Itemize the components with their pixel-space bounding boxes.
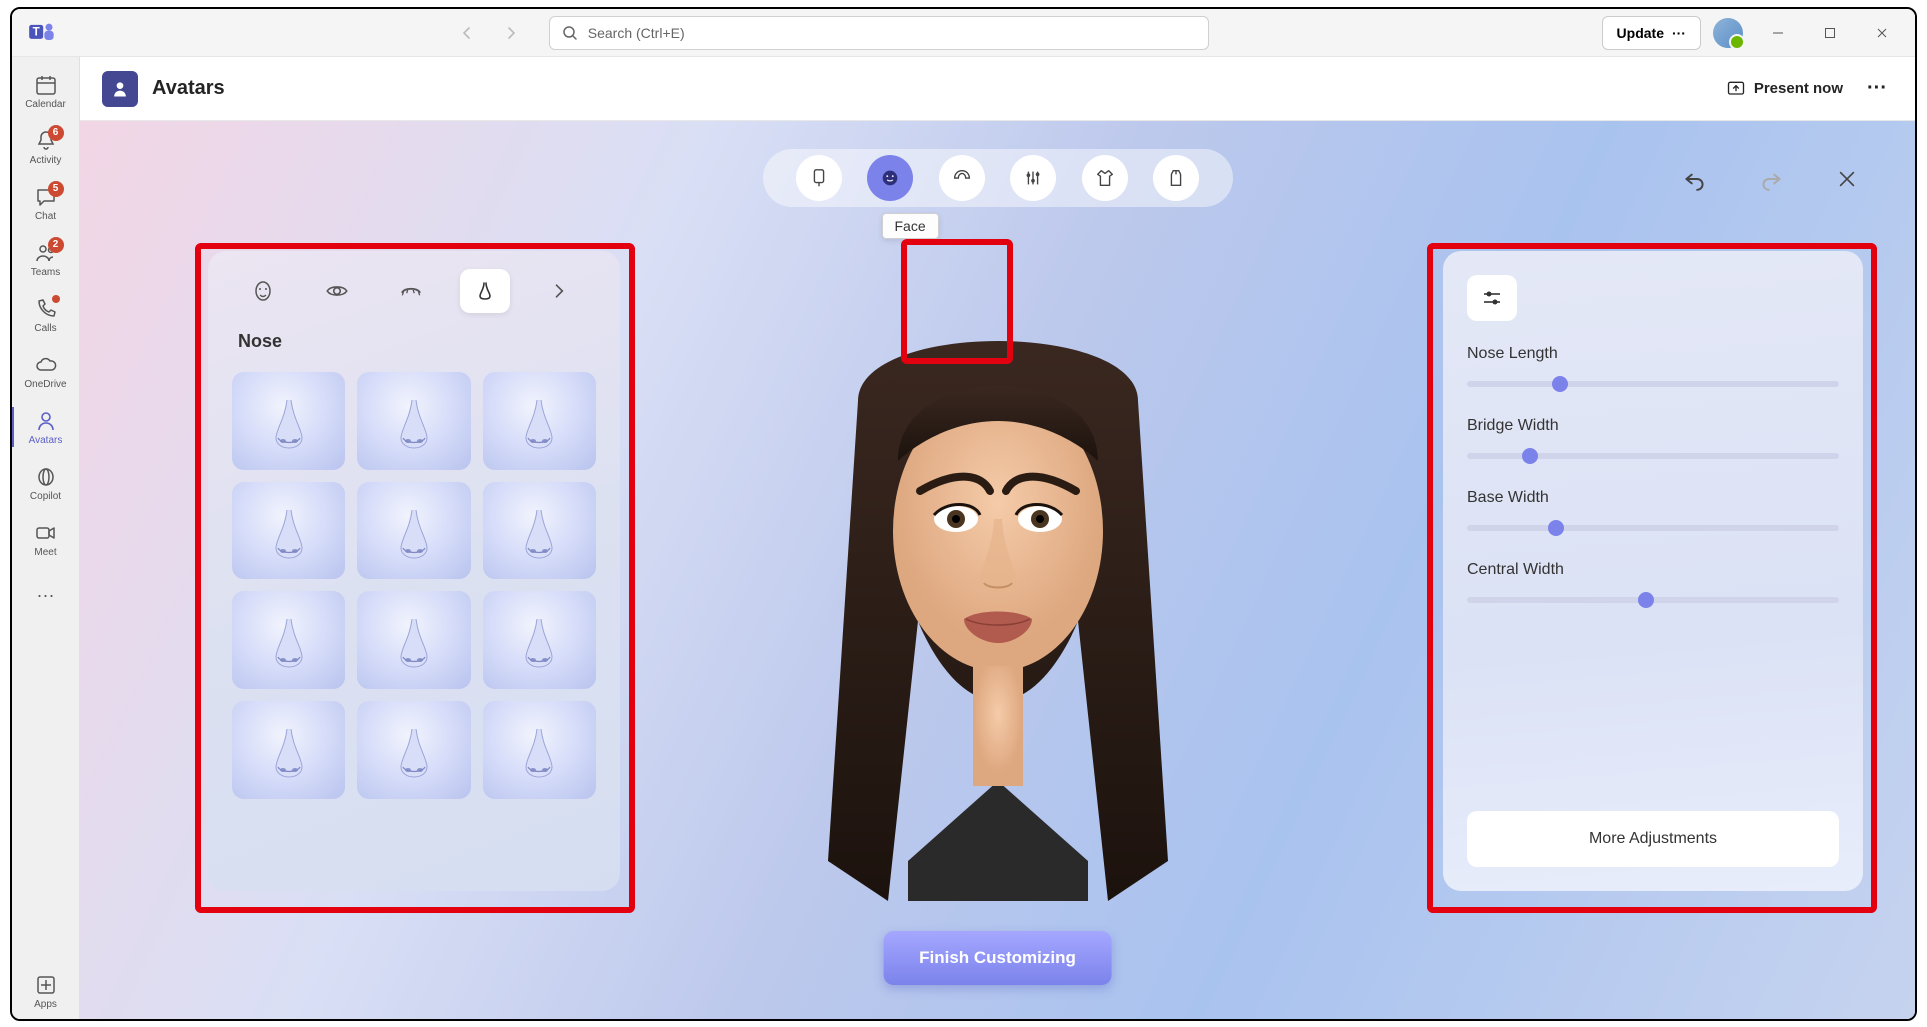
user-avatar[interactable] xyxy=(1713,18,1743,48)
slider-central width[interactable] xyxy=(1467,597,1839,603)
nose-option-11[interactable] xyxy=(357,701,470,799)
nose-option-6[interactable] xyxy=(483,482,596,580)
avatar-icon xyxy=(34,409,58,433)
category-body-button[interactable] xyxy=(796,155,842,201)
more-icon: ··· xyxy=(1672,25,1686,41)
slider-thumb[interactable] xyxy=(1552,376,1568,392)
slider-label-3: Central Width xyxy=(1467,561,1839,579)
sidebar-item-teams[interactable]: 2 Teams xyxy=(12,231,80,287)
present-now-button[interactable]: Present now xyxy=(1718,73,1851,105)
page-title: Avatars xyxy=(152,77,225,100)
slider-base width[interactable] xyxy=(1467,525,1839,531)
avatar-editor-canvas: Face Nose xyxy=(80,121,1915,1019)
search-input[interactable]: Search (Ctrl+E) xyxy=(549,16,1209,50)
search-icon xyxy=(562,25,578,41)
undo-button[interactable] xyxy=(1677,161,1713,197)
adjustments-icon xyxy=(1467,275,1517,321)
category-face-button[interactable] xyxy=(867,155,913,201)
slider-label-2: Base Width xyxy=(1467,489,1839,507)
phone-icon xyxy=(34,297,58,321)
nose-option-9[interactable] xyxy=(483,591,596,689)
slider-label-0: Nose Length xyxy=(1467,345,1839,363)
sidebar-item-meet[interactable]: Meet xyxy=(12,511,80,567)
copilot-icon xyxy=(34,465,58,489)
adjustments-panel: Nose Length Bridge Width Base Width Central… xyxy=(1443,251,1863,891)
close-editor-button[interactable] xyxy=(1829,161,1865,197)
nav-back-button[interactable] xyxy=(449,15,485,51)
sub-tab-eyebrows[interactable] xyxy=(386,269,436,313)
close-button[interactable] xyxy=(1859,15,1905,51)
notification-dot xyxy=(52,295,60,303)
svg-text:T: T xyxy=(33,25,40,38)
bell-icon: 6 xyxy=(34,129,58,153)
page-more-button[interactable]: ··· xyxy=(1861,77,1893,100)
feature-options-panel: Nose xyxy=(208,251,620,891)
people-icon: 2 xyxy=(34,241,58,265)
slider-thumb[interactable] xyxy=(1638,592,1654,608)
video-icon xyxy=(34,521,58,545)
nose-option-10[interactable] xyxy=(232,701,345,799)
sub-tab-face-shape[interactable] xyxy=(238,269,288,313)
category-tooltip: Face xyxy=(882,213,939,239)
nose-option-3[interactable] xyxy=(483,372,596,470)
nose-option-7[interactable] xyxy=(232,591,345,689)
nose-option-1[interactable] xyxy=(232,372,345,470)
sidebar-item-calendar[interactable]: Calendar xyxy=(12,63,80,119)
sidebar-item-calls[interactable]: Calls xyxy=(12,287,80,343)
chat-icon: 5 xyxy=(34,185,58,209)
sidebar-item-avatars[interactable]: Avatars xyxy=(12,399,80,455)
avatar-preview xyxy=(748,301,1248,901)
slider-nose length[interactable] xyxy=(1467,381,1839,387)
sub-tab-eyes[interactable] xyxy=(312,269,362,313)
nose-option-4[interactable] xyxy=(232,482,345,580)
nose-option-8[interactable] xyxy=(357,591,470,689)
category-wardrobe-button[interactable] xyxy=(1153,155,1199,201)
feature-title: Nose xyxy=(232,331,596,352)
teams-logo-icon: T xyxy=(28,19,56,47)
app-sidebar: Calendar 6 Activity 5 Chat 2 Teams Calls… xyxy=(12,57,80,1019)
sidebar-item-onedrive[interactable]: OneDrive xyxy=(12,343,80,399)
cloud-icon xyxy=(34,353,58,377)
slider-label-1: Bridge Width xyxy=(1467,417,1839,435)
search-placeholder: Search (Ctrl+E) xyxy=(588,25,685,41)
redo-button[interactable] xyxy=(1753,161,1789,197)
apps-icon xyxy=(34,973,58,997)
calendar-icon xyxy=(34,73,58,97)
slider-bridge width[interactable] xyxy=(1467,453,1839,459)
category-appearance-button[interactable] xyxy=(1010,155,1056,201)
maximize-button[interactable] xyxy=(1807,15,1853,51)
category-hair-button[interactable] xyxy=(939,155,985,201)
sidebar-more-button[interactable]: ··· xyxy=(12,567,80,623)
sidebar-item-activity[interactable]: 6 Activity xyxy=(12,119,80,175)
minimize-button[interactable] xyxy=(1755,15,1801,51)
sidebar-item-copilot[interactable]: Copilot xyxy=(12,455,80,511)
nose-option-5[interactable] xyxy=(357,482,470,580)
page-header: Avatars Present now ··· xyxy=(80,57,1915,121)
sidebar-item-apps[interactable]: Apps xyxy=(12,963,80,1019)
category-clothing-button[interactable] xyxy=(1082,155,1128,201)
sidebar-item-chat[interactable]: 5 Chat xyxy=(12,175,80,231)
nav-forward-button[interactable] xyxy=(493,15,529,51)
nose-option-2[interactable] xyxy=(357,372,470,470)
sub-tab-next[interactable] xyxy=(534,269,584,313)
slider-thumb[interactable] xyxy=(1548,520,1564,536)
slider-thumb[interactable] xyxy=(1522,448,1538,464)
more-adjustments-button[interactable]: More Adjustments xyxy=(1467,811,1839,867)
sub-tab-nose[interactable] xyxy=(460,269,510,313)
titlebar: T Search (Ctrl+E) Update ··· xyxy=(12,9,1915,57)
share-screen-icon xyxy=(1726,79,1746,99)
more-icon: ··· xyxy=(34,583,58,607)
update-button[interactable]: Update ··· xyxy=(1602,16,1701,50)
avatars-app-icon xyxy=(102,71,138,107)
nose-option-12[interactable] xyxy=(483,701,596,799)
finish-customizing-button[interactable]: Finish Customizing xyxy=(883,931,1112,985)
category-bar xyxy=(763,149,1233,207)
